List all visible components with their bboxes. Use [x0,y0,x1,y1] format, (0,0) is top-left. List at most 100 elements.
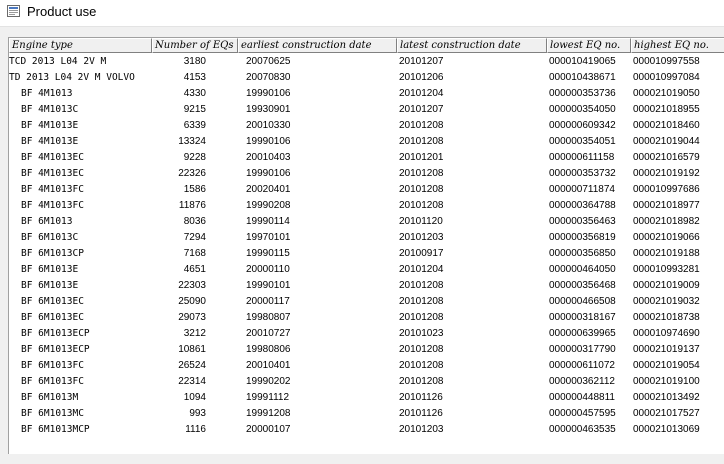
cell-lowest-eq-no: 000000457595 [549,408,616,419]
cell-engine-type: BF 6M1013C [21,232,79,243]
cell-highest-eq-no: 000021019100 [633,376,700,387]
cell-lowest-eq-no: 000000354050 [549,104,616,115]
cell-lowest-eq-no: 000000353736 [549,88,616,99]
cell-latest-construction-date: 20101203 [399,232,444,243]
cell-number-of-eqs: 9228 [183,152,206,163]
cell-earliest-construction-date: 20070625 [246,56,291,67]
table-row[interactable]: BF 6M1013EC 29073 19980807 20101208 00000031… [9,310,724,326]
cell-engine-type: BF 6M1013ECP [21,328,90,339]
cell-highest-eq-no: 000021019137 [633,344,700,355]
cell-highest-eq-no: 000021019192 [633,168,700,179]
cell-earliest-construction-date: 20010401 [246,360,291,371]
table-row[interactable]: BF 6M1013MCP 1116 20000107 20101203 00000046… [9,422,724,438]
table-row[interactable]: BF 6M1013CP 7168 19990115 20100917 000000356… [9,246,724,262]
cell-lowest-eq-no: 000000711874 [549,184,615,195]
cell-lowest-eq-no: 000000611158 [549,152,615,163]
table-row[interactable]: BF 4M1013 4330 19990106 20101204 00000035373… [9,86,724,102]
cell-lowest-eq-no: 000000611072 [549,360,615,371]
cell-highest-eq-no: 000021018738 [633,312,700,323]
cell-number-of-eqs: 26524 [178,360,206,371]
cell-earliest-construction-date: 19930901 [246,104,291,115]
table-row[interactable]: BF 6M1013E 4651 20000110 20101204 0000004640… [9,262,724,278]
cell-latest-construction-date: 20101208 [399,280,444,291]
table-row[interactable]: TD 2013 L04 2V M VOLVO 4153 20070830 201012… [9,70,724,86]
cell-highest-eq-no: 000010997686 [633,184,700,195]
cell-highest-eq-no: 000021018955 [633,104,700,115]
table-row[interactable]: BF 6M1013M 1094 19991112 20101126 0000004488… [9,390,724,406]
cell-engine-type: BF 4M1013E [21,120,79,131]
cell-number-of-eqs: 993 [189,408,206,419]
table-row[interactable]: BF 4M1013C 9215 19930901 20101207 0000003540… [9,102,724,118]
column-header-earliest-construction-date[interactable]: earliest construction date [238,38,397,53]
cell-latest-construction-date: 20101208 [399,296,444,307]
column-header-number-of-eqs[interactable]: Number of EQs [152,38,238,53]
table-row[interactable]: TCD 2013 L04 2V M 3180 20070625 20101207 000… [9,54,724,70]
cell-latest-construction-date: 20101208 [399,200,444,211]
cell-earliest-construction-date: 20000117 [246,296,290,307]
cell-number-of-eqs: 6339 [183,120,206,131]
cell-latest-construction-date: 20101203 [399,424,444,435]
cell-lowest-eq-no: 000000356468 [549,280,616,291]
table-row[interactable]: BF 4M1013EC 9228 20010403 20101201 000000611… [9,150,724,166]
table-row[interactable]: BF 6M1013 8036 19990114 20101120 00000035646… [9,214,724,230]
cell-number-of-eqs: 22314 [178,376,206,387]
column-header-lowest-eq-no[interactable]: lowest EQ no. [547,38,631,53]
cell-latest-construction-date: 20101208 [399,312,444,323]
cell-highest-eq-no: 000021019188 [633,248,700,259]
cell-highest-eq-no: 000021013069 [633,424,700,435]
cell-latest-construction-date: 20101204 [399,88,444,99]
cell-number-of-eqs: 22326 [178,168,206,179]
product-use-table[interactable]: Engine type Number of EQs earliest const… [8,37,724,454]
app-icon [7,5,20,17]
cell-earliest-construction-date: 19970101 [246,232,291,243]
table-row[interactable]: BF 4M1013E 6339 20010330 20101208 0000006093… [9,118,724,134]
table-row[interactable]: BF 6M1013MC 993 19991208 20101126 0000004575… [9,406,724,422]
cell-number-of-eqs: 11876 [178,200,206,211]
cell-lowest-eq-no: 000000356463 [549,216,616,227]
cell-highest-eq-no: 000010974690 [633,328,700,339]
table-row[interactable]: BF 6M1013ECP 10861 19980806 20101208 0000003… [9,342,724,358]
column-header-latest-construction-date[interactable]: latest construction date [397,38,547,53]
table-row[interactable]: BF 6M1013C 7294 19970101 20101203 0000003568… [9,230,724,246]
cell-engine-type: BF 4M1013C [21,104,79,115]
column-header-engine-type[interactable]: Engine type [9,38,152,53]
cell-highest-eq-no: 000021016579 [633,152,700,163]
cell-earliest-construction-date: 20070830 [246,72,291,83]
cell-latest-construction-date: 20101207 [399,56,444,67]
cell-number-of-eqs: 22303 [178,280,206,291]
cell-latest-construction-date: 20101207 [399,104,444,115]
table-row[interactable]: BF 4M1013EC 22326 19990106 20101208 00000035… [9,166,724,182]
cell-number-of-eqs: 13324 [178,136,206,147]
cell-latest-construction-date: 20101208 [399,168,444,179]
column-header-highest-eq-no[interactable]: highest EQ no. [631,38,724,53]
cell-engine-type: BF 4M1013FC [21,184,84,195]
cell-number-of-eqs: 3212 [183,328,206,339]
cell-earliest-construction-date: 20000107 [246,424,291,435]
table-row[interactable]: BF 6M1013EC 25090 20000117 20101208 00000046… [9,294,724,310]
cell-lowest-eq-no: 000000356819 [549,232,616,243]
cell-engine-type: BF 6M1013M [21,392,79,403]
cell-earliest-construction-date: 19990114 [246,216,290,227]
cell-highest-eq-no: 000021019009 [633,280,700,291]
cell-latest-construction-date: 20101023 [399,328,444,339]
cell-latest-construction-date: 20101126 [399,408,443,419]
table-row[interactable]: BF 6M1013E 22303 19990101 20101208 000000356… [9,278,724,294]
cell-lowest-eq-no: 000000353732 [549,168,616,179]
cell-highest-eq-no: 000021018460 [633,120,700,131]
cell-number-of-eqs: 7168 [183,248,206,259]
cell-engine-type: BF 4M1013E [21,136,79,147]
table-row[interactable]: BF 6M1013FC 22314 19990202 20101208 00000036… [9,374,724,390]
table-row[interactable]: BF 6M1013ECP 3212 20010727 20101023 00000063… [9,326,724,342]
table-row[interactable]: BF 4M1013FC 1586 20020401 20101208 000000711… [9,182,724,198]
cell-latest-construction-date: 20101208 [399,184,444,195]
cell-engine-type: BF 6M1013E [21,280,79,291]
cell-highest-eq-no: 000021013492 [633,392,700,403]
table-row[interactable]: BF 6M1013FC 26524 20010401 20101208 00000061… [9,358,724,374]
table-row[interactable]: BF 4M1013FC 11876 19990208 20101208 00000036… [9,198,724,214]
cell-engine-type: BF 6M1013ECP [21,344,90,355]
table-row[interactable]: BF 4M1013E 13324 19990106 20101208 000000354… [9,134,724,150]
cell-latest-construction-date: 20101208 [399,120,444,131]
cell-lowest-eq-no: 000000362112 [549,376,615,387]
cell-highest-eq-no: 000021019066 [633,232,700,243]
cell-engine-type: BF 4M1013EC [21,168,84,179]
